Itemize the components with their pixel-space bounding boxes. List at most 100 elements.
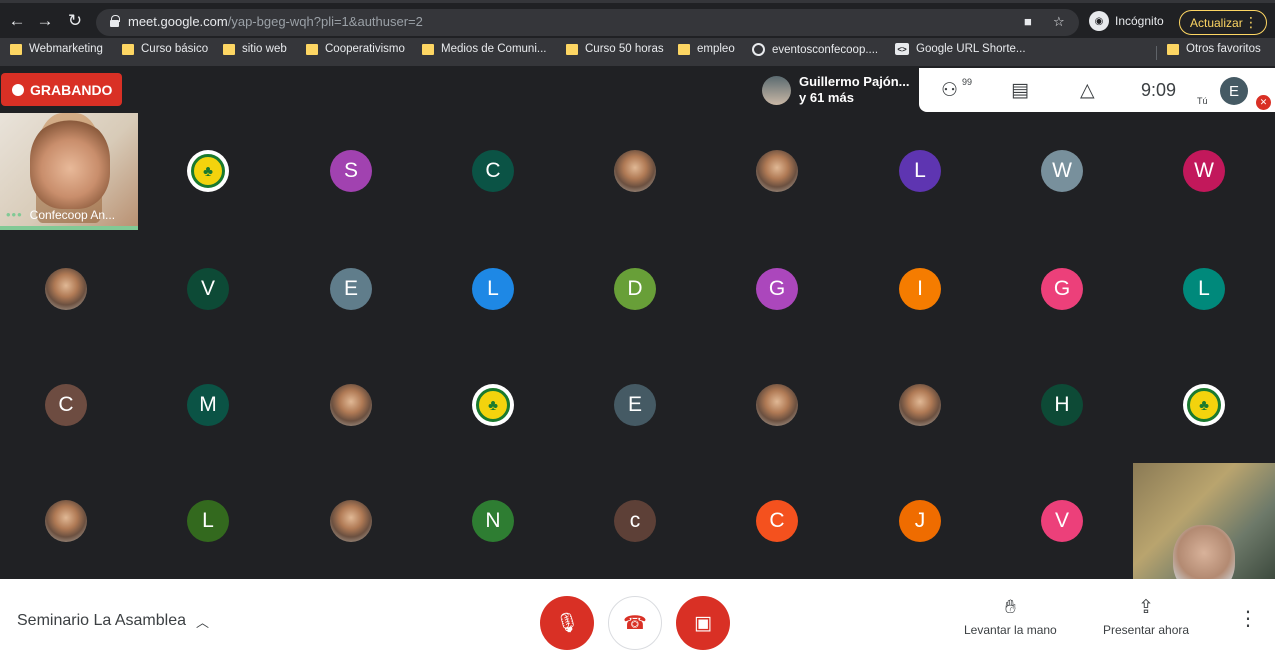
- avatar: [762, 75, 791, 105]
- reload-icon[interactable]: ↻: [64, 11, 86, 31]
- participant-avatar[interactable]: L: [1183, 268, 1225, 310]
- menu-dots-icon: ⋮: [1244, 14, 1258, 30]
- browser-toolbar: ← → ↻ meet.google.com/yap-bgeg-wqh?pli=1…: [0, 0, 1275, 38]
- mic-off-icon: 🎙︎: [554, 613, 580, 634]
- tree-logo-icon: ♣: [191, 154, 225, 188]
- google-url-icon: <>: [895, 43, 909, 55]
- hang-up-icon: ☎︎: [623, 612, 647, 634]
- folder-icon: [122, 43, 134, 55]
- clock: 9:09: [1141, 80, 1177, 100]
- participant-video-tile[interactable]: [1133, 463, 1275, 579]
- camera-icon[interactable]: ■: [1024, 14, 1032, 29]
- bookmark-item[interactable]: sitio web: [223, 43, 287, 55]
- avatar[interactable]: E: [1220, 77, 1248, 105]
- people-icon[interactable]: ⚇: [941, 79, 958, 102]
- bookmark-item[interactable]: <> Google URL Shorte...: [895, 43, 1026, 55]
- folder-icon: [10, 43, 22, 55]
- activities-icon[interactable]: △: [1080, 79, 1095, 102]
- folder-icon: [223, 43, 235, 55]
- participant-avatar-logo[interactable]: ♣: [1183, 384, 1225, 426]
- participant-avatar-photo[interactable]: [756, 384, 798, 426]
- folder-icon: [566, 43, 578, 55]
- globe-icon: [752, 43, 765, 56]
- participant-avatar[interactable]: L: [187, 500, 229, 542]
- folder-icon: [678, 43, 690, 55]
- speaking-bar: [0, 226, 138, 230]
- participant-avatar[interactable]: L: [899, 150, 941, 192]
- bookmark-item[interactable]: empleo: [678, 43, 735, 55]
- speaking-indicator-icon: •••: [6, 207, 23, 222]
- participant-avatar[interactable]: L: [472, 268, 514, 310]
- more-options-icon[interactable]: ⋮: [1238, 609, 1258, 629]
- present-now-button[interactable]: ⇪ Presentar ahora: [1103, 597, 1189, 638]
- participant-avatar[interactable]: V: [187, 268, 229, 310]
- url-text[interactable]: meet.google.com/yap-bgeg-wqh?pli=1&authu…: [128, 14, 423, 29]
- participant-avatar-photo[interactable]: [45, 268, 87, 310]
- participant-avatar[interactable]: W: [1183, 150, 1225, 192]
- participant-avatar[interactable]: W: [1041, 150, 1083, 192]
- bookmark-item[interactable]: Curso 50 horas: [566, 43, 664, 55]
- bookmark-separator: [1156, 46, 1157, 60]
- self-label: Tú: [1197, 96, 1208, 106]
- bookmark-item[interactable]: Medios de Comuni...: [422, 43, 546, 55]
- address-bar[interactable]: meet.google.com/yap-bgeg-wqh?pli=1&authu…: [96, 9, 1079, 36]
- participant-avatar-photo[interactable]: [45, 500, 87, 542]
- folder-icon: [1167, 43, 1179, 55]
- bookmark-item[interactable]: Cooperativismo: [306, 43, 405, 55]
- participant-avatar-photo[interactable]: [756, 150, 798, 192]
- participant-avatar[interactable]: I: [899, 268, 941, 310]
- participant-avatar[interactable]: M: [187, 384, 229, 426]
- back-arrow-icon[interactable]: ←: [6, 11, 28, 31]
- incognito-indicator[interactable]: ◉ Incógnito: [1089, 11, 1164, 31]
- participant-avatar[interactable]: E: [614, 384, 656, 426]
- folder-icon: [306, 43, 318, 55]
- star-icon[interactable]: ☆: [1053, 14, 1065, 30]
- participant-avatar-photo[interactable]: [614, 150, 656, 192]
- mic-toggle-button[interactable]: 🎙︎: [540, 596, 594, 650]
- chevron-up-icon: ︿: [195, 615, 209, 630]
- present-screen-icon: ⇪: [1138, 597, 1154, 618]
- chat-icon[interactable]: ▤: [1011, 79, 1029, 102]
- other-bookmarks[interactable]: Otros favoritos: [1167, 43, 1261, 55]
- hand-icon: ✋︎: [1004, 597, 1016, 618]
- camera-off-icon: ▣: [694, 612, 712, 634]
- participant-avatar-photo[interactable]: [330, 384, 372, 426]
- meeting-details[interactable]: Seminario La Asamblea ︿: [17, 612, 209, 631]
- camera-toggle-button[interactable]: ▣: [676, 596, 730, 650]
- participant-avatar[interactable]: G: [756, 268, 798, 310]
- participant-avatar[interactable]: G: [1041, 268, 1083, 310]
- leave-call-button[interactable]: ☎︎: [608, 596, 662, 650]
- bookmarks-bar: Webmarketing Curso básico sitio web Coop…: [0, 38, 1275, 66]
- participant-avatar[interactable]: N: [472, 500, 514, 542]
- recording-badge: GRABANDO: [1, 73, 122, 106]
- participant-avatar[interactable]: S: [330, 150, 372, 192]
- participant-avatar[interactable]: C: [45, 384, 87, 426]
- bookmark-item[interactable]: Webmarketing: [10, 43, 103, 55]
- raise-hand-button[interactable]: ✋︎ Levantar la mano: [964, 597, 1057, 638]
- participant-avatar-logo[interactable]: ♣: [472, 384, 514, 426]
- participant-avatar[interactable]: H: [1041, 384, 1083, 426]
- participant-avatar-photo[interactable]: [899, 384, 941, 426]
- people-count: 99: [962, 77, 973, 87]
- participant-avatar[interactable]: c: [614, 500, 656, 542]
- update-button[interactable]: Actualizar ⋮: [1179, 10, 1267, 35]
- bookmark-item[interactable]: eventosconfecoop....: [752, 43, 878, 56]
- self-video-tile[interactable]: ••• Confecoop An...: [0, 113, 138, 230]
- folder-icon: [422, 43, 434, 55]
- bookmark-item[interactable]: Curso básico: [122, 43, 208, 55]
- participant-avatar[interactable]: D: [614, 268, 656, 310]
- forward-arrow-icon[interactable]: →: [34, 11, 56, 31]
- participant-avatar[interactable]: C: [756, 500, 798, 542]
- active-speaker-chip[interactable]: Guillermo Pajón... y 61 más: [754, 68, 919, 112]
- lock-icon[interactable]: [110, 15, 120, 27]
- participant-avatar[interactable]: V: [1041, 500, 1083, 542]
- incognito-icon: ◉: [1089, 11, 1109, 31]
- participant-avatar[interactable]: J: [899, 500, 941, 542]
- tree-logo-icon: ♣: [1187, 388, 1221, 422]
- participant-avatar[interactable]: C: [472, 150, 514, 192]
- participant-avatar-logo[interactable]: ♣: [187, 150, 229, 192]
- meet-top-toolbar: ⚇ 99 ▤ △ 9:09 Tú E ✕: [919, 68, 1275, 112]
- participant-avatar[interactable]: E: [330, 268, 372, 310]
- record-dot-icon: [12, 83, 24, 96]
- participant-avatar-photo[interactable]: [330, 500, 372, 542]
